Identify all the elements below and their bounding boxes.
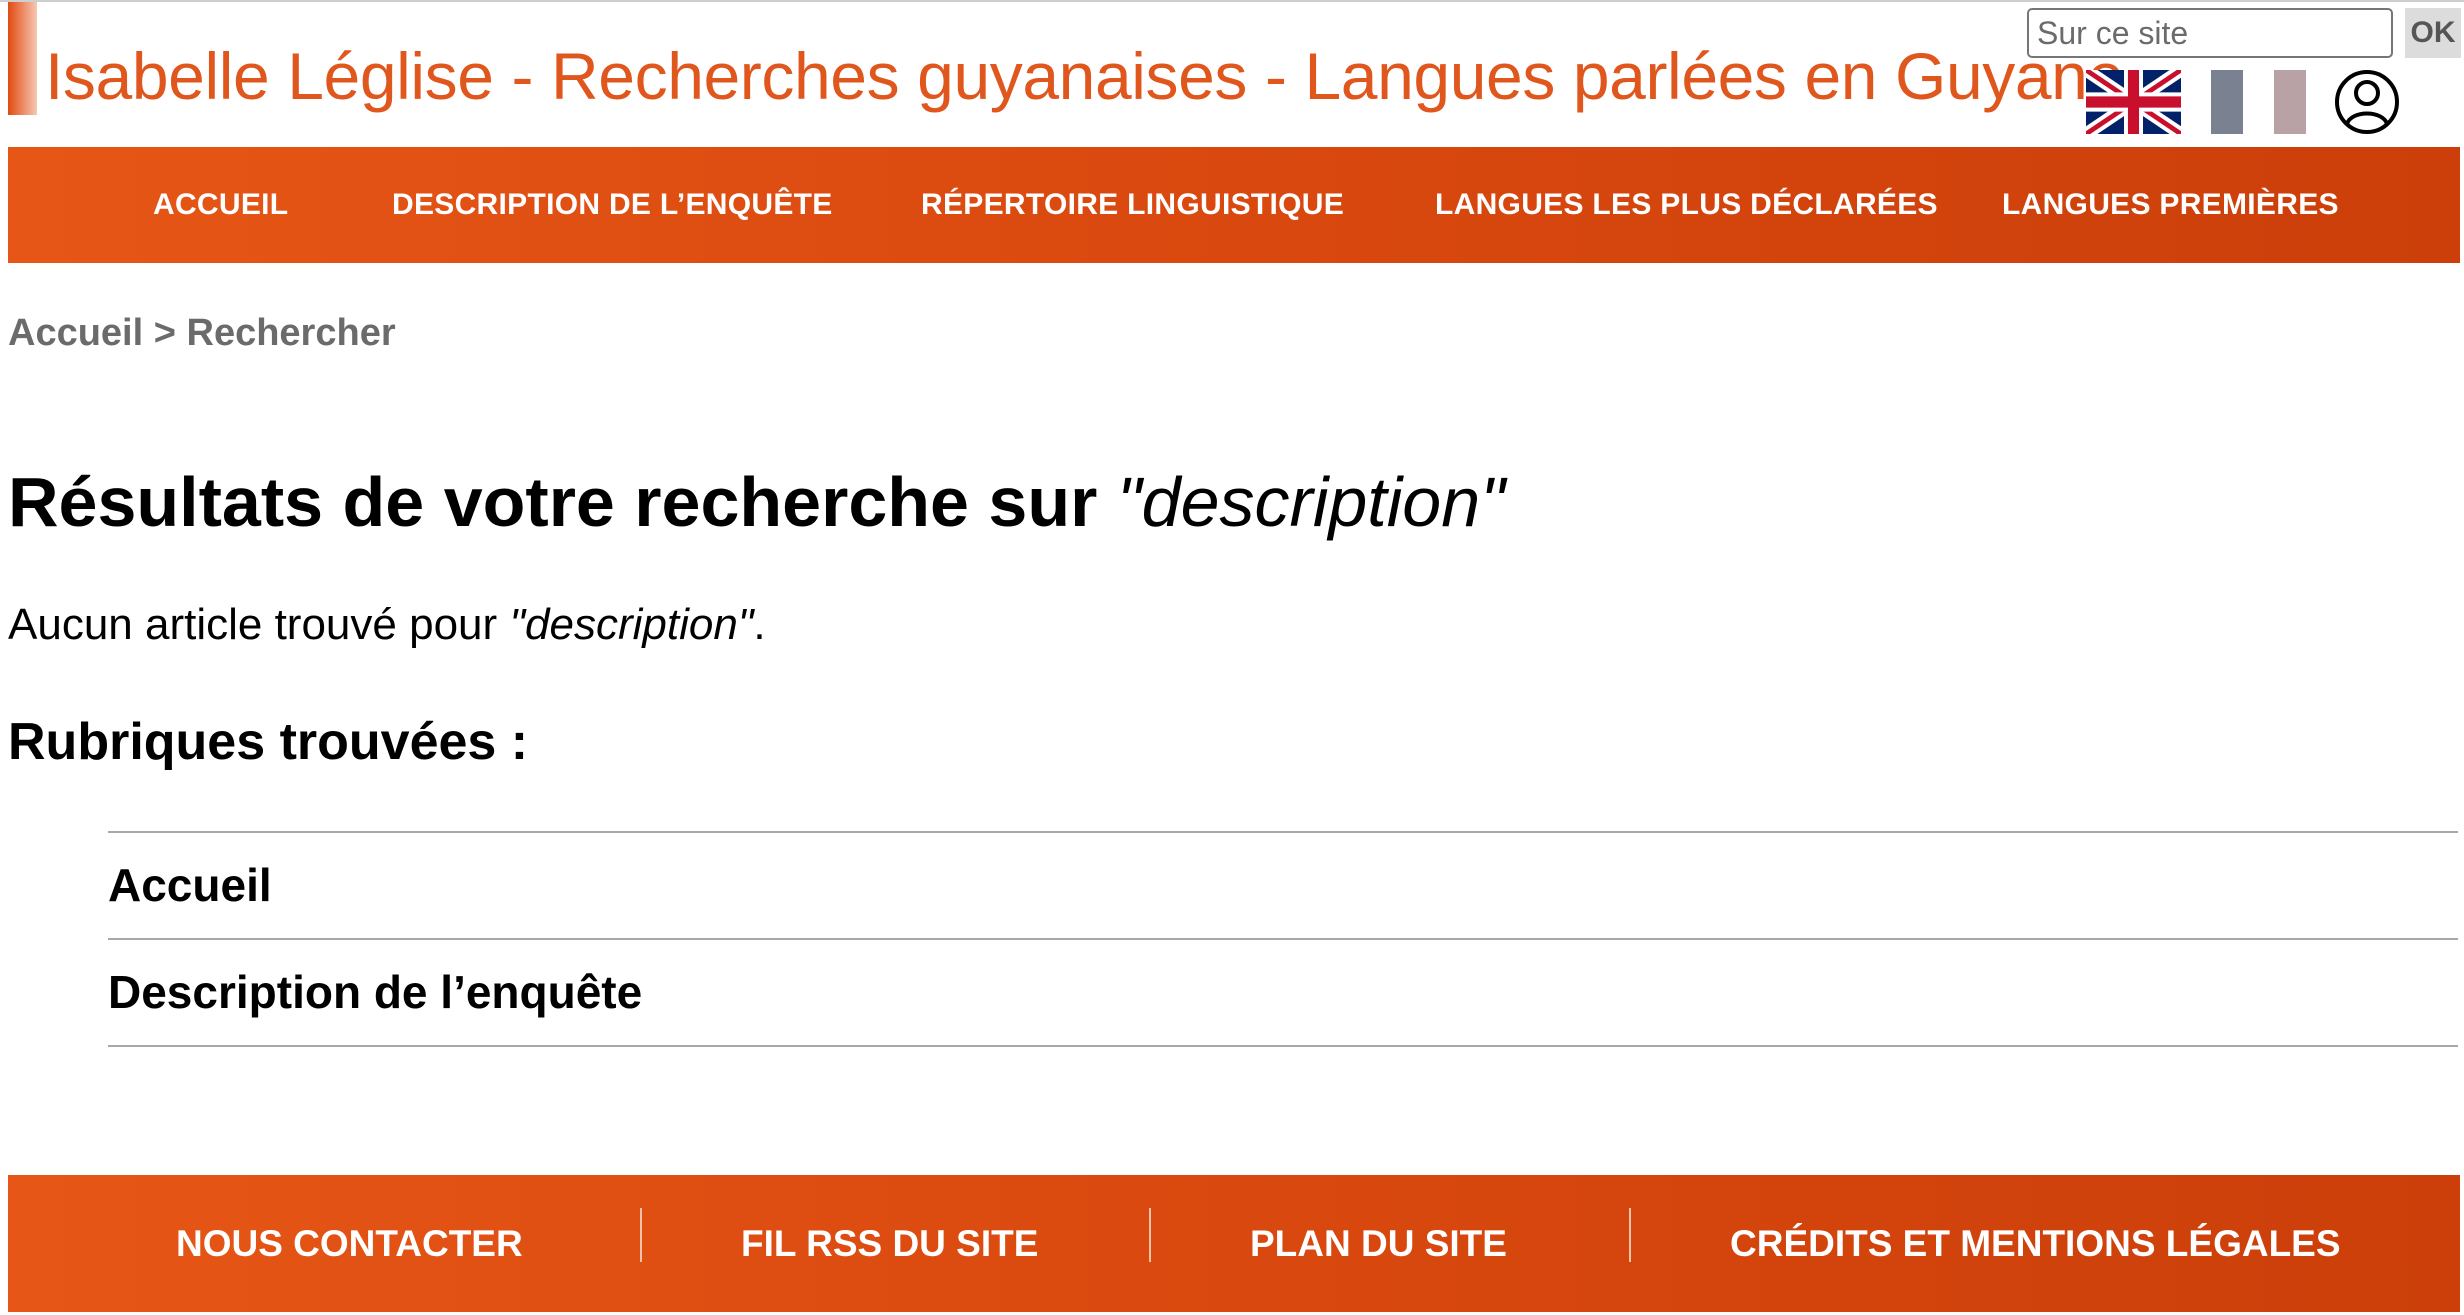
search-ok-button[interactable]: OK xyxy=(2405,8,2461,58)
user-account-icon[interactable] xyxy=(2333,68,2401,136)
uk-flag-icon[interactable] xyxy=(2086,70,2181,134)
results-title: Résultats de votre recherche sur "descri… xyxy=(8,462,1505,542)
footer-link-plan[interactable]: Plan du site xyxy=(1250,1175,1507,1312)
footer-divider xyxy=(1149,1208,1151,1262)
no-article-query: "description" xyxy=(509,600,754,649)
breadcrumb: Accueil > Rechercher xyxy=(8,312,396,355)
accent-bar xyxy=(8,2,37,115)
footer-link-rss[interactable]: Fil RSS du site xyxy=(741,1175,1038,1312)
footer-navigation: Nous contacter Fil RSS du site Plan du s… xyxy=(8,1175,2460,1312)
footer-divider xyxy=(640,1208,642,1262)
no-article-prefix: Aucun article trouvé pour xyxy=(8,600,510,649)
rubrique-link-accueil[interactable]: Accueil xyxy=(108,831,2458,938)
no-article-suffix: . xyxy=(753,600,766,649)
rubriques-heading: Rubriques trouvées : xyxy=(8,713,529,771)
top-border xyxy=(0,0,2464,2)
rubrique-link-description[interactable]: Description de l’enquête xyxy=(108,938,2458,1047)
nav-item-langues-premieres[interactable]: Langues premières xyxy=(2002,147,2339,263)
search-input[interactable] xyxy=(2027,8,2393,58)
no-article-message: Aucun article trouvé pour "description". xyxy=(8,600,766,650)
footer-link-credits[interactable]: Crédits et mentions légales xyxy=(1730,1175,2341,1312)
footer-divider xyxy=(1629,1208,1631,1262)
footer-link-contact[interactable]: Nous contacter xyxy=(176,1175,523,1312)
results-title-prefix: Résultats de votre recherche sur xyxy=(8,463,1117,541)
breadcrumb-separator: > xyxy=(153,312,176,354)
main-navigation: Accueil Description de l’enquête Réperto… xyxy=(8,147,2460,263)
nav-item-repertoire[interactable]: Répertoire linguistique xyxy=(921,147,1344,263)
search-query: "description" xyxy=(1116,463,1506,541)
rubriques-list: Accueil Description de l’enquête xyxy=(108,831,2458,1047)
nav-item-accueil[interactable]: Accueil xyxy=(153,147,288,263)
site-title[interactable]: Isabelle Léglise - Recherches guyanaises… xyxy=(45,38,2124,114)
nav-item-description[interactable]: Description de l’enquête xyxy=(392,147,833,263)
breadcrumb-home-link[interactable]: Accueil xyxy=(8,312,143,354)
nav-item-langues-declarees[interactable]: Langues les plus déclarées xyxy=(1435,147,1938,263)
breadcrumb-current: Rechercher xyxy=(186,312,396,354)
french-flag-icon[interactable] xyxy=(2211,70,2306,134)
